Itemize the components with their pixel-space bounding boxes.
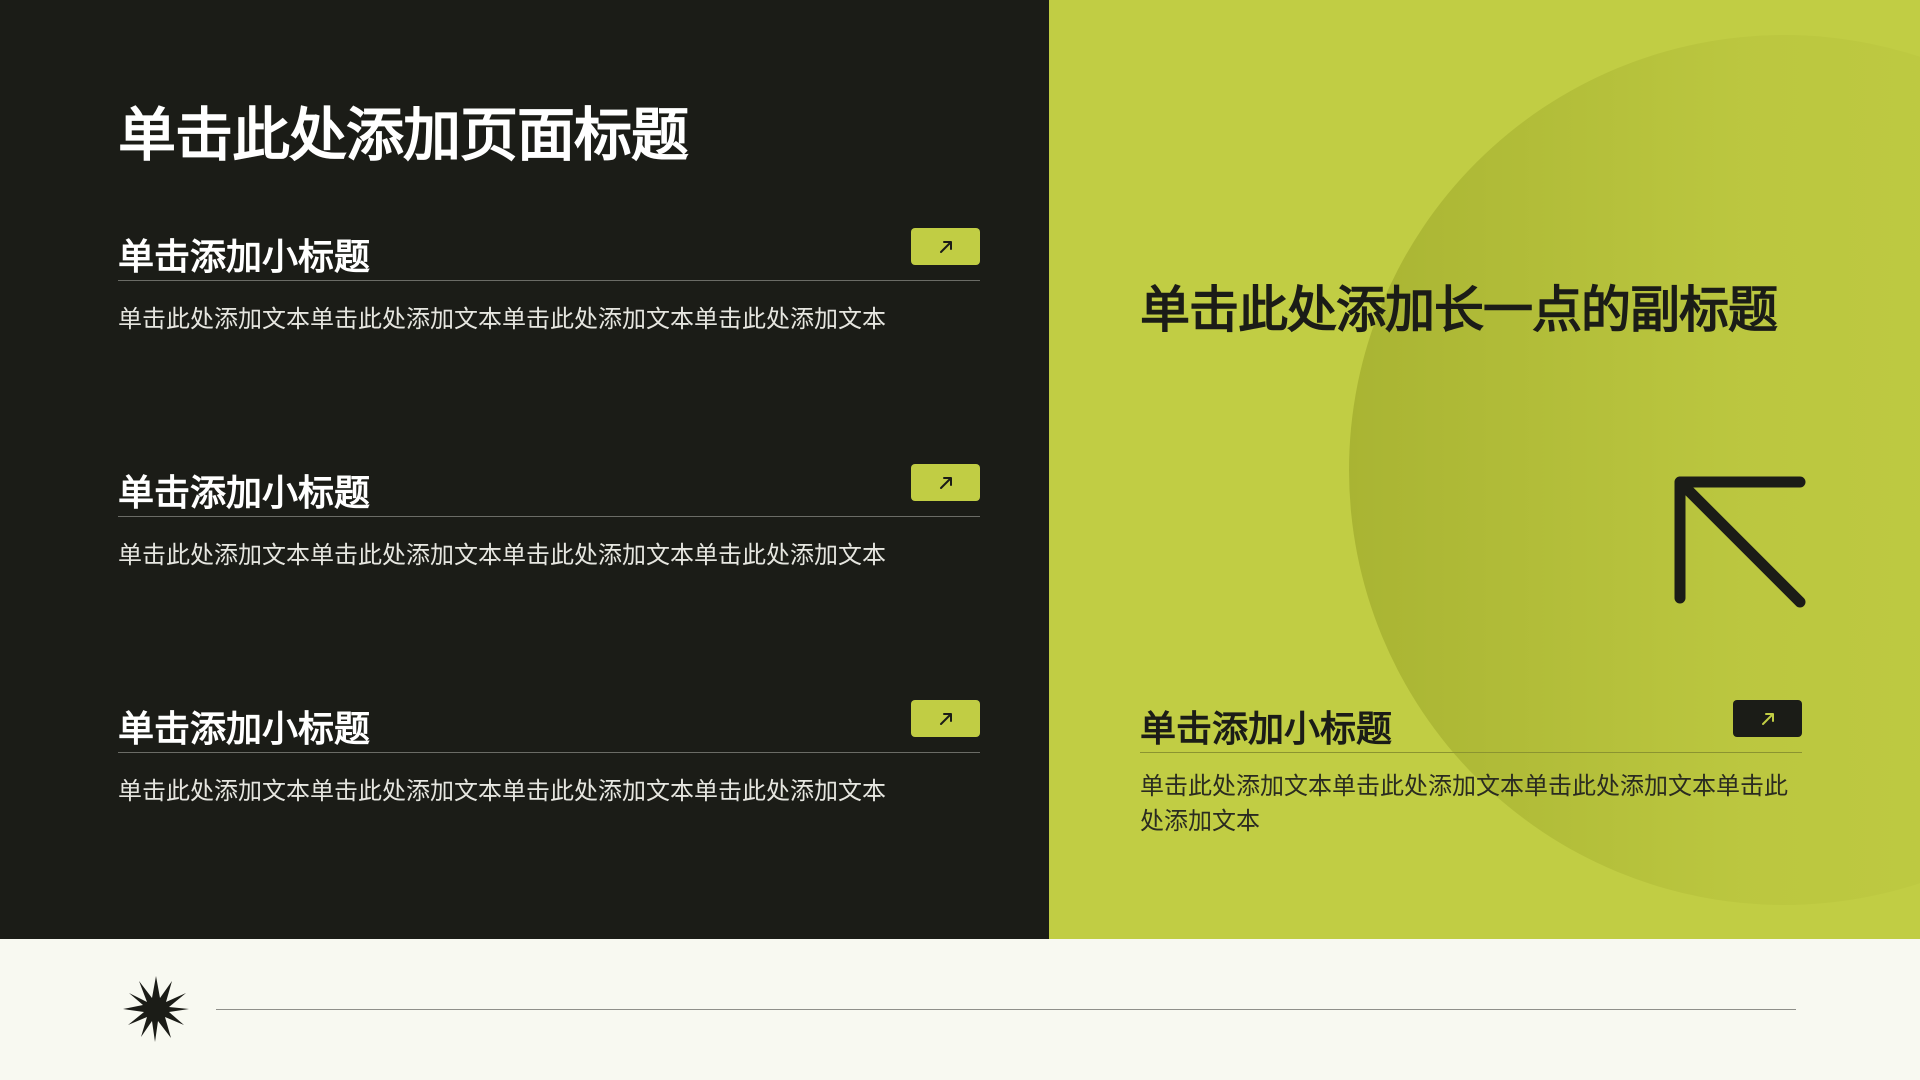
arrow-button[interactable] xyxy=(911,464,980,501)
section-title[interactable]: 单击添加小标题 xyxy=(1140,700,1392,752)
subtitle[interactable]: 单击此处添加长一点的副标题 xyxy=(1140,270,1778,342)
content-section-1: 单击添加小标题 单击此处添加文本单击此处添加文本单击此处添加文本单击此处添加文本 xyxy=(118,226,980,334)
slide: 单击此处添加页面标题 单击添加小标题 单击此处添加文本单击此处添加文本单击此处添… xyxy=(0,0,1920,1080)
left-panel: 单击此处添加页面标题 单击添加小标题 单击此处添加文本单击此处添加文本单击此处添… xyxy=(0,0,1049,939)
content-section-2: 单击添加小标题 单击此处添加文本单击此处添加文本单击此处添加文本单击此处添加文本 xyxy=(118,462,980,570)
arrow-button[interactable] xyxy=(911,700,980,737)
section-text[interactable]: 单击此处添加文本单击此处添加文本单击此处添加文本单击此处添加文本 xyxy=(1140,769,1802,839)
section-text[interactable]: 单击此处添加文本单击此处添加文本单击此处添加文本单击此处添加文本 xyxy=(118,535,980,570)
section-title[interactable]: 单击添加小标题 xyxy=(118,700,370,752)
arrow-up-right-icon xyxy=(939,712,952,725)
starburst-icon xyxy=(123,976,189,1042)
arrow-up-right-icon xyxy=(1761,712,1774,725)
section-header: 单击添加小标题 xyxy=(118,698,980,753)
content-section-4: 单击添加小标题 单击此处添加文本单击此处添加文本单击此处添加文本单击此处添加文本 xyxy=(1140,698,1802,839)
arrow-up-left-icon xyxy=(1674,476,1806,608)
arrow-up-right-icon xyxy=(939,240,952,253)
page-title[interactable]: 单击此处添加页面标题 xyxy=(118,88,689,172)
section-header: 单击添加小标题 xyxy=(118,226,980,281)
content-section-3: 单击添加小标题 单击此处添加文本单击此处添加文本单击此处添加文本单击此处添加文本 xyxy=(118,698,980,806)
section-header: 单击添加小标题 xyxy=(118,462,980,517)
arrow-button[interactable] xyxy=(1733,700,1802,737)
footer-divider xyxy=(216,1009,1796,1010)
section-title[interactable]: 单击添加小标题 xyxy=(118,464,370,516)
arrow-up-right-icon xyxy=(939,476,952,489)
section-header: 单击添加小标题 xyxy=(1140,698,1802,753)
arrow-button[interactable] xyxy=(911,228,980,265)
section-text[interactable]: 单击此处添加文本单击此处添加文本单击此处添加文本单击此处添加文本 xyxy=(118,299,980,334)
section-text[interactable]: 单击此处添加文本单击此处添加文本单击此处添加文本单击此处添加文本 xyxy=(118,771,980,806)
section-title[interactable]: 单击添加小标题 xyxy=(118,228,370,280)
